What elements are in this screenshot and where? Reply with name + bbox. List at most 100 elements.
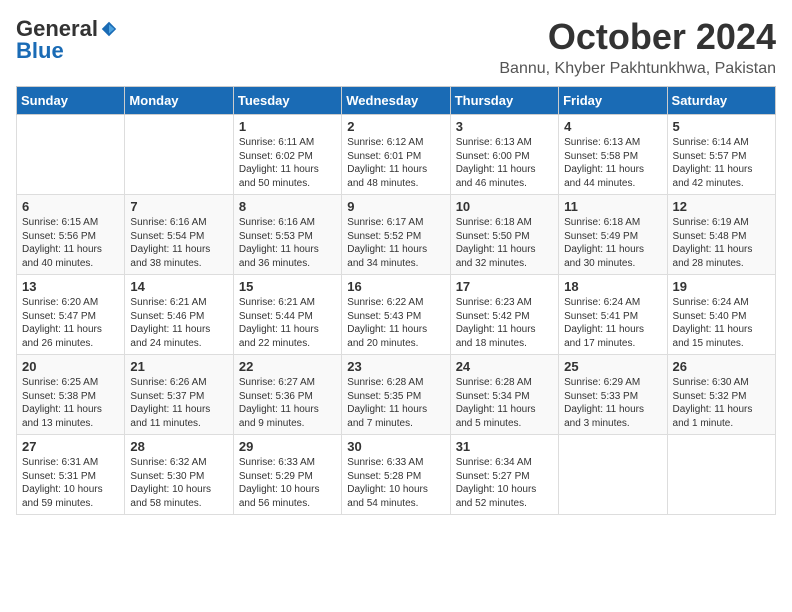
calendar-cell: 20Sunrise: 6:25 AMSunset: 5:38 PMDayligh…: [17, 355, 125, 435]
calendar-cell: 16Sunrise: 6:22 AMSunset: 5:43 PMDayligh…: [342, 275, 450, 355]
sunrise-text: Sunrise: 6:33 AM: [347, 456, 444, 470]
month-title: October 2024: [499, 16, 776, 58]
sunset-text: Sunset: 5:53 PM: [239, 230, 336, 244]
sunset-text: Sunset: 5:56 PM: [22, 230, 119, 244]
calendar-cell: 18Sunrise: 6:24 AMSunset: 5:41 PMDayligh…: [559, 275, 667, 355]
daylight-text: Daylight: 11 hours and 24 minutes.: [130, 323, 227, 350]
day-number: 13: [22, 279, 119, 294]
calendar-cell: 8Sunrise: 6:16 AMSunset: 5:53 PMDaylight…: [233, 195, 341, 275]
sunrise-text: Sunrise: 6:26 AM: [130, 376, 227, 390]
sunset-text: Sunset: 5:44 PM: [239, 310, 336, 324]
daylight-text: Daylight: 11 hours and 42 minutes.: [673, 163, 770, 190]
header-day-tuesday: Tuesday: [233, 87, 341, 115]
sunrise-text: Sunrise: 6:29 AM: [564, 376, 661, 390]
daylight-text: Daylight: 10 hours and 54 minutes.: [347, 483, 444, 510]
day-number: 27: [22, 439, 119, 454]
sunset-text: Sunset: 5:43 PM: [347, 310, 444, 324]
sunset-text: Sunset: 5:35 PM: [347, 390, 444, 404]
sunset-text: Sunset: 5:47 PM: [22, 310, 119, 324]
sunset-text: Sunset: 6:01 PM: [347, 150, 444, 164]
sunrise-text: Sunrise: 6:18 AM: [564, 216, 661, 230]
sunrise-text: Sunrise: 6:27 AM: [239, 376, 336, 390]
day-number: 15: [239, 279, 336, 294]
sunrise-text: Sunrise: 6:11 AM: [239, 136, 336, 150]
sunrise-text: Sunrise: 6:17 AM: [347, 216, 444, 230]
day-number: 29: [239, 439, 336, 454]
calendar-cell: 24Sunrise: 6:28 AMSunset: 5:34 PMDayligh…: [450, 355, 558, 435]
calendar-cell: [667, 435, 775, 515]
sunset-text: Sunset: 6:00 PM: [456, 150, 553, 164]
sunrise-text: Sunrise: 6:22 AM: [347, 296, 444, 310]
day-number: 24: [456, 359, 553, 374]
sunset-text: Sunset: 5:41 PM: [564, 310, 661, 324]
calendar-cell: 23Sunrise: 6:28 AMSunset: 5:35 PMDayligh…: [342, 355, 450, 435]
daylight-text: Daylight: 11 hours and 34 minutes.: [347, 243, 444, 270]
calendar-cell: 14Sunrise: 6:21 AMSunset: 5:46 PMDayligh…: [125, 275, 233, 355]
calendar-week-4: 20Sunrise: 6:25 AMSunset: 5:38 PMDayligh…: [17, 355, 776, 435]
day-number: 8: [239, 199, 336, 214]
sunrise-text: Sunrise: 6:18 AM: [456, 216, 553, 230]
sunset-text: Sunset: 5:36 PM: [239, 390, 336, 404]
daylight-text: Daylight: 11 hours and 20 minutes.: [347, 323, 444, 350]
sunrise-text: Sunrise: 6:12 AM: [347, 136, 444, 150]
day-number: 20: [22, 359, 119, 374]
sunset-text: Sunset: 5:27 PM: [456, 470, 553, 484]
sunset-text: Sunset: 5:57 PM: [673, 150, 770, 164]
calendar-cell: 19Sunrise: 6:24 AMSunset: 5:40 PMDayligh…: [667, 275, 775, 355]
calendar-cell: 30Sunrise: 6:33 AMSunset: 5:28 PMDayligh…: [342, 435, 450, 515]
daylight-text: Daylight: 11 hours and 15 minutes.: [673, 323, 770, 350]
sunrise-text: Sunrise: 6:15 AM: [22, 216, 119, 230]
daylight-text: Daylight: 11 hours and 36 minutes.: [239, 243, 336, 270]
day-number: 7: [130, 199, 227, 214]
daylight-text: Daylight: 11 hours and 48 minutes.: [347, 163, 444, 190]
sunrise-text: Sunrise: 6:33 AM: [239, 456, 336, 470]
sunset-text: Sunset: 5:54 PM: [130, 230, 227, 244]
calendar-cell: 4Sunrise: 6:13 AMSunset: 5:58 PMDaylight…: [559, 115, 667, 195]
day-number: 9: [347, 199, 444, 214]
day-number: 22: [239, 359, 336, 374]
sunrise-text: Sunrise: 6:28 AM: [347, 376, 444, 390]
daylight-text: Daylight: 11 hours and 11 minutes.: [130, 403, 227, 430]
header-day-thursday: Thursday: [450, 87, 558, 115]
calendar-cell: 17Sunrise: 6:23 AMSunset: 5:42 PMDayligh…: [450, 275, 558, 355]
sunrise-text: Sunrise: 6:16 AM: [130, 216, 227, 230]
day-number: 17: [456, 279, 553, 294]
calendar-cell: 31Sunrise: 6:34 AMSunset: 5:27 PMDayligh…: [450, 435, 558, 515]
calendar-cell: 28Sunrise: 6:32 AMSunset: 5:30 PMDayligh…: [125, 435, 233, 515]
sunrise-text: Sunrise: 6:25 AM: [22, 376, 119, 390]
calendar-cell: 2 Sunrise: 6:12 AMSunset: 6:01 PMDaylight…: [342, 115, 450, 195]
daylight-text: Daylight: 11 hours and 32 minutes.: [456, 243, 553, 270]
calendar-cell: 9Sunrise: 6:17 AMSunset: 5:52 PMDaylight…: [342, 195, 450, 275]
sunrise-text: Sunrise: 6:28 AM: [456, 376, 553, 390]
calendar-week-2: 6 Sunrise: 6:15 AMSunset: 5:56 PM Daylight…: [17, 195, 776, 275]
daylight-text: Daylight: 11 hours and 44 minutes.: [564, 163, 661, 190]
calendar-cell: 22Sunrise: 6:27 AMSunset: 5:36 PMDayligh…: [233, 355, 341, 435]
daylight-text: Daylight: 11 hours and 3 minutes.: [564, 403, 661, 430]
calendar-cell: 5Sunrise: 6:14 AMSunset: 5:57 PMDaylight…: [667, 115, 775, 195]
calendar-cell: 21Sunrise: 6:26 AMSunset: 5:37 PMDayligh…: [125, 355, 233, 435]
sunrise-text: Sunrise: 6:13 AM: [564, 136, 661, 150]
day-number: 11: [564, 199, 661, 214]
calendar-cell: 26Sunrise: 6:30 AMSunset: 5:32 PMDayligh…: [667, 355, 775, 435]
daylight-text: Daylight: 11 hours and 30 minutes.: [564, 243, 661, 270]
day-number: 30: [347, 439, 444, 454]
calendar-header-row: SundayMondayTuesdayWednesdayThursdayFrid…: [17, 87, 776, 115]
daylight-text: Daylight: 11 hours and 28 minutes.: [673, 243, 770, 270]
logo-icon: [100, 20, 118, 38]
day-number: 6: [22, 199, 119, 214]
daylight-text: Daylight: 11 hours and 22 minutes.: [239, 323, 336, 350]
day-number: 25: [564, 359, 661, 374]
header-day-saturday: Saturday: [667, 87, 775, 115]
header-day-sunday: Sunday: [17, 87, 125, 115]
day-number: 31: [456, 439, 553, 454]
sunset-text: Sunset: 5:40 PM: [673, 310, 770, 324]
sunset-text: Sunset: 5:46 PM: [130, 310, 227, 324]
sunrise-text: Sunrise: 6:21 AM: [239, 296, 336, 310]
day-number: 19: [673, 279, 770, 294]
day-number: 2: [347, 119, 444, 134]
day-number: 26: [673, 359, 770, 374]
calendar-cell: 12Sunrise: 6:19 AMSunset: 5:48 PMDayligh…: [667, 195, 775, 275]
daylight-text: Daylight: 11 hours and 7 minutes.: [347, 403, 444, 430]
sunset-text: Sunset: 5:30 PM: [130, 470, 227, 484]
day-number: 28: [130, 439, 227, 454]
